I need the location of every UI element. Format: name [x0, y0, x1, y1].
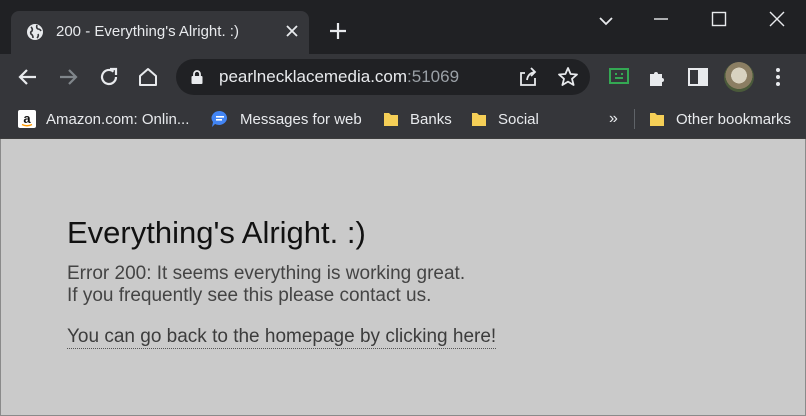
lock-icon[interactable]: [190, 69, 204, 85]
minimize-icon[interactable]: [652, 10, 670, 28]
bookmark-folder-social[interactable]: Social: [470, 106, 539, 132]
folder-icon: [384, 113, 398, 126]
error-message-line-1: Error 200: It seems everything is workin…: [67, 263, 466, 284]
browser-toolbar: pearlnecklacemedia.com:51069: [0, 54, 806, 100]
profile-avatar[interactable]: [724, 62, 754, 92]
share-icon[interactable]: [516, 65, 540, 89]
url-port: :51069: [407, 67, 460, 86]
homepage-link[interactable]: You can go back to the homepage by click…: [67, 326, 497, 349]
bookmark-label: Messages for web: [240, 110, 362, 128]
tab-strip: 200 - Everything's Alright. :): [0, 0, 806, 54]
new-tab-icon[interactable]: [328, 21, 348, 41]
url-text[interactable]: pearlnecklacemedia.com:51069: [219, 67, 459, 87]
bookmark-label: Amazon.com: Onlin...: [46, 110, 190, 128]
forward-arrow-icon[interactable]: [56, 65, 80, 89]
bookmark-amazon[interactable]: a Amazon.com: Onlin...: [18, 106, 189, 132]
back-arrow-icon[interactable]: [16, 65, 40, 89]
address-bar[interactable]: pearlnecklacemedia.com:51069: [176, 59, 590, 95]
tab-title: 200 - Everything's Alright. :): [56, 23, 239, 40]
tab-search-chevron-icon[interactable]: [597, 12, 615, 30]
bookmark-folder-banks[interactable]: Banks: [382, 106, 452, 132]
bookmarks-bar: a Amazon.com: Onlin... Messages for web …: [0, 100, 806, 138]
bookmark-label: Other bookmarks: [676, 110, 792, 128]
bookmarks-overflow-button[interactable]: »: [609, 106, 618, 132]
bookmark-label: Banks: [410, 110, 452, 128]
menu-kebab-icon[interactable]: [766, 65, 790, 89]
amazon-icon: a: [18, 110, 36, 128]
url-host: pearlnecklacemedia.com: [219, 67, 408, 86]
bookmark-label: Social: [498, 110, 539, 128]
messages-icon: [211, 110, 228, 127]
home-icon[interactable]: [136, 65, 160, 89]
extensions-puzzle-icon[interactable]: [646, 65, 670, 89]
page-content: Everything's Alright. :) Error 200: It s…: [0, 139, 806, 416]
extension-green-icon[interactable]: [607, 65, 631, 89]
svg-text:a: a: [23, 111, 31, 126]
close-window-icon[interactable]: [768, 10, 786, 28]
error-message-line-2: If you frequently see this please contac…: [67, 285, 432, 306]
browser-tab[interactable]: 200 - Everything's Alright. :): [11, 11, 309, 54]
reload-icon[interactable]: [97, 65, 121, 89]
folder-icon: [650, 113, 664, 126]
folder-icon: [472, 113, 486, 126]
maximize-icon[interactable]: [710, 10, 728, 28]
bookmark-messages[interactable]: Messages for web: [210, 106, 362, 132]
bookmark-star-icon[interactable]: [556, 65, 580, 89]
close-tab-icon[interactable]: [284, 23, 300, 39]
bookmarks-separator: [634, 109, 635, 129]
side-panel-icon[interactable]: [686, 65, 710, 89]
page-heading: Everything's Alright. :): [67, 215, 366, 250]
globe-icon: [27, 24, 43, 40]
bookmark-other-folder[interactable]: Other bookmarks: [648, 106, 791, 132]
